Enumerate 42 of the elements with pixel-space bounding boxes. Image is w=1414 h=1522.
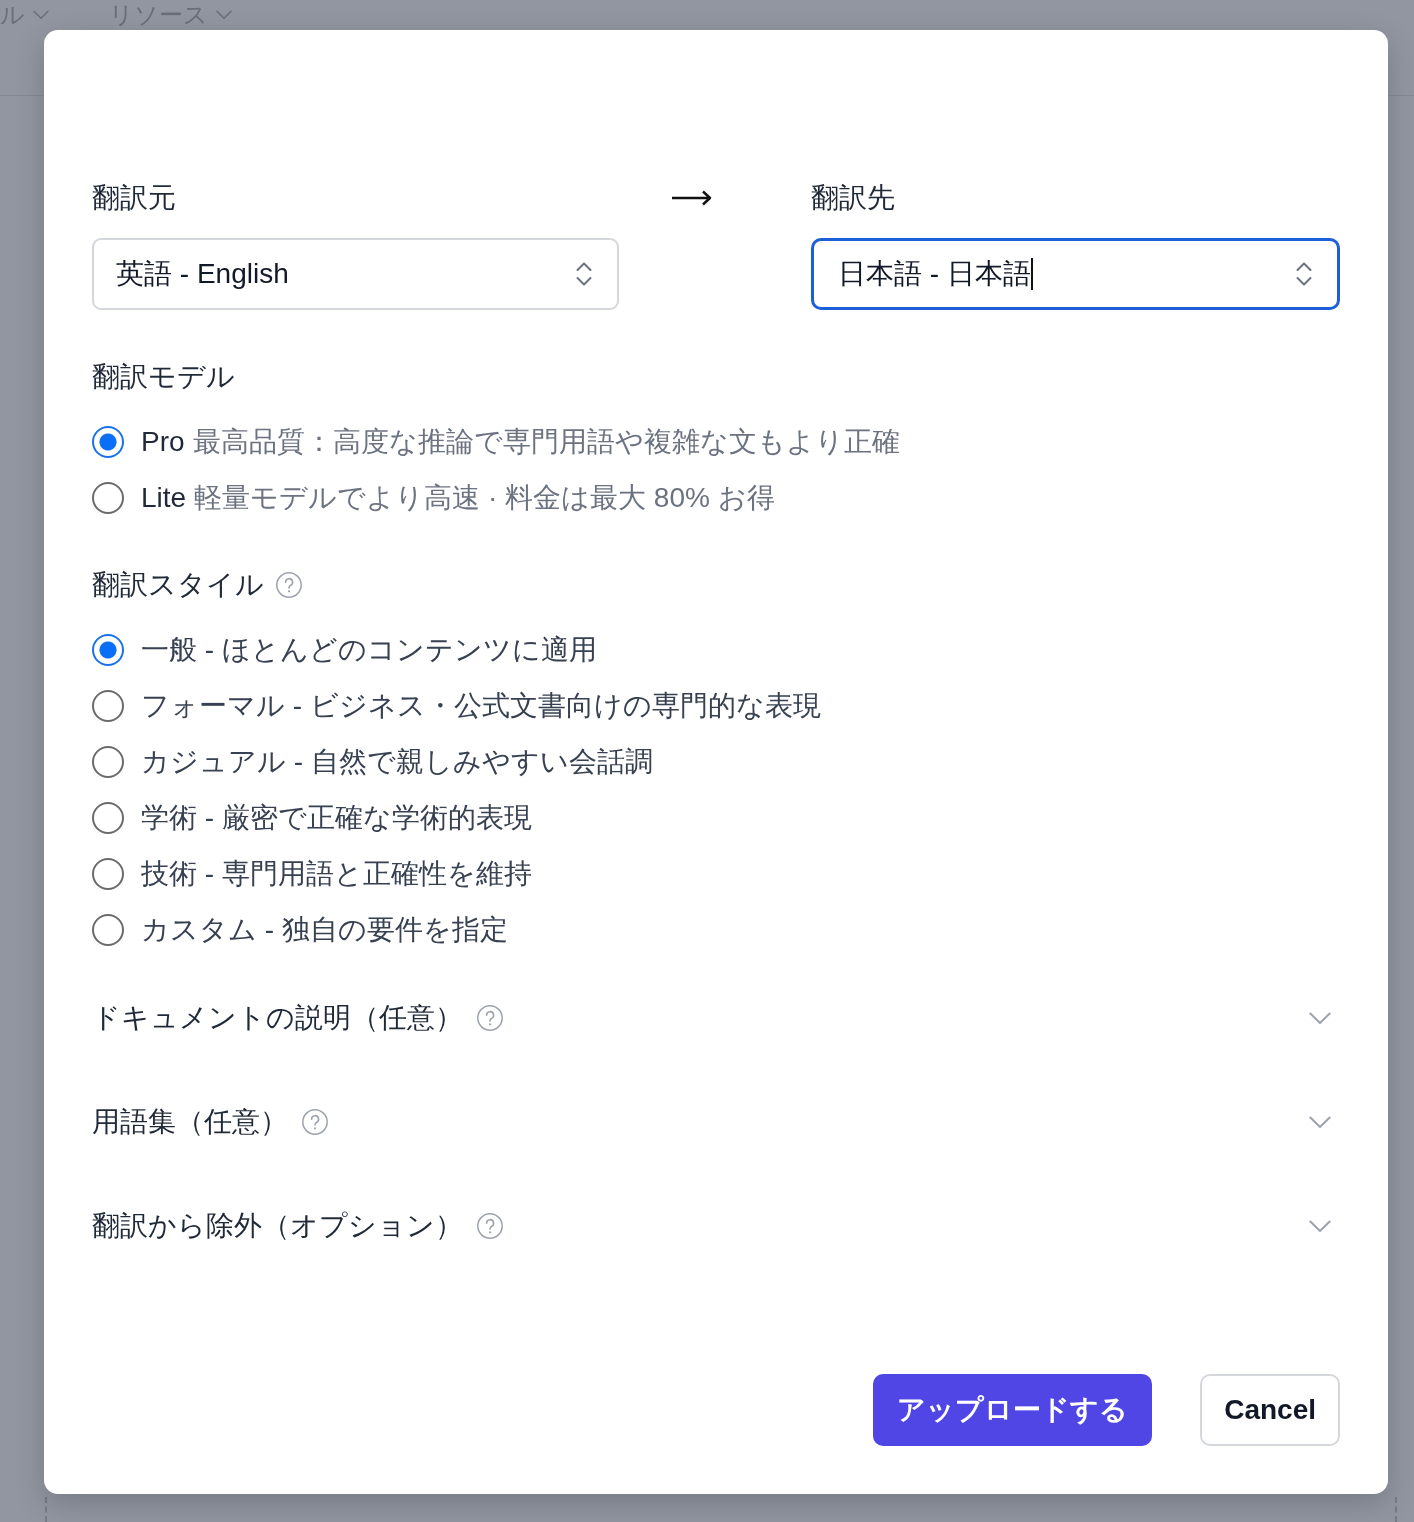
radio-label: カジュアル - 自然で親しみやすい会話調: [141, 745, 653, 779]
radio-label: フォーマル - ビジネス・公式文書向けの専門的な表現: [141, 689, 821, 723]
radio-button[interactable]: [92, 914, 124, 946]
group-label: 翻訳スタイル: [92, 568, 264, 602]
cancel-button[interactable]: Cancel: [1200, 1374, 1340, 1446]
help-icon[interactable]: [276, 572, 302, 598]
radio-label: 学術 - 厳密で正確な学術的表現: [141, 801, 532, 835]
model-name: Pro: [141, 425, 185, 459]
radio-button[interactable]: [92, 746, 124, 778]
radio-button[interactable]: [92, 426, 124, 458]
radio-label: 一般 - ほとんどのコンテンツに適用: [141, 633, 597, 667]
arrow-right-icon: [672, 190, 712, 206]
radio-label: カスタム - 独自の要件を指定: [141, 913, 508, 947]
language-select[interactable]: 英語 - English: [92, 238, 619, 310]
text-cursor: [1030, 258, 1033, 290]
help-icon[interactable]: [477, 1005, 503, 1031]
chevron-down-icon[interactable]: [1309, 1219, 1331, 1233]
chevron-down-icon[interactable]: [1309, 1115, 1331, 1129]
chevron-up-down-icon: [575, 260, 593, 288]
model-description: 最高品質：高度な推論で専門用語や複雑な文もより正確: [192, 425, 900, 459]
group-label: 翻訳モデル: [92, 360, 235, 394]
chevron-down-icon: [33, 10, 49, 20]
language-select[interactable]: 日本語 - 日本語: [811, 238, 1340, 310]
section-title[interactable]: 用語集（任意）: [92, 1105, 288, 1139]
upload-button[interactable]: アップロードする: [873, 1374, 1153, 1446]
radio-button[interactable]: [92, 690, 124, 722]
section-title[interactable]: 翻訳から除外（オプション）: [92, 1209, 463, 1243]
radio-button[interactable]: [92, 802, 124, 834]
model-description: 軽量モデルでより高速 · 料金は最大 80% お得: [194, 481, 775, 515]
radio-button[interactable]: [92, 634, 124, 666]
chevron-down-icon[interactable]: [1309, 1011, 1331, 1025]
model-name: Lite: [141, 481, 187, 515]
radio-label: 技術 - 専門用語と正確性を維持: [141, 857, 532, 891]
field-label: 翻訳先: [811, 181, 896, 215]
help-icon[interactable]: [477, 1213, 503, 1239]
chevron-up-down-icon: [1295, 260, 1313, 288]
field-label: 翻訳元: [92, 181, 177, 215]
radio-button[interactable]: [92, 482, 124, 514]
help-icon[interactable]: [302, 1109, 328, 1135]
section-title[interactable]: ドキュメントの説明（任意）: [92, 1001, 463, 1035]
radio-button[interactable]: [92, 858, 124, 890]
chevron-down-icon: [216, 10, 232, 20]
